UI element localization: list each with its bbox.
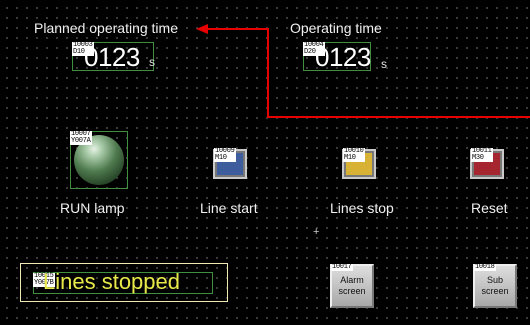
sub-screen-label-line1: Sub	[486, 275, 503, 285]
device-tag: 10007 Y007A	[70, 130, 92, 145]
planned-time-unit: s	[149, 55, 155, 69]
message-text: Lines stopped	[43, 269, 180, 294]
operating-time-display[interactable]: 10004 D20 0123	[303, 42, 371, 72]
lines-stopped-message: 10015 Y007B Lines stopped	[20, 263, 228, 302]
line-start-button[interactable]: 10009 M10	[213, 147, 247, 179]
alarm-screen-label-line1: Alarm	[340, 275, 364, 285]
operating-time-label: Operating time	[290, 20, 382, 36]
hmi-screen-canvas: Planned operating time 10003 D10 0123 s O…	[0, 0, 530, 325]
reset-label: Reset	[471, 200, 508, 216]
planned-operating-time-label: Planned operating time	[34, 20, 178, 36]
run-lamp-label: RUN lamp	[60, 200, 125, 216]
alarm-screen-button[interactable]: 10017 Alarm screen	[330, 264, 374, 308]
alarm-screen-label-line2: screen	[338, 286, 366, 296]
origin-marker: +	[313, 226, 320, 238]
operating-time-value: 0123	[315, 42, 371, 72]
device-tag: 10017	[331, 263, 353, 271]
planned-operating-time-display[interactable]: 10003 D10 0123	[72, 42, 154, 72]
device-tag: 10010 M10	[343, 147, 365, 162]
reset-button[interactable]: 10011 M30	[470, 147, 504, 179]
device-tag: 10018	[474, 263, 496, 271]
operating-time-unit: s	[381, 57, 387, 71]
sub-screen-button[interactable]: 10018 Sub screen	[473, 264, 517, 308]
lines-stop-button[interactable]: 10010 M10	[342, 147, 376, 179]
lines-stop-label: Lines stop	[330, 200, 394, 216]
sub-screen-label-line2: screen	[481, 286, 509, 296]
run-lamp: 10007 Y007A	[70, 131, 128, 189]
planned-time-value: 0123	[84, 42, 140, 72]
device-tag: 10009 M10	[214, 147, 236, 162]
line-start-label: Line start	[200, 200, 258, 216]
device-tag: 10011 M30	[471, 147, 493, 162]
